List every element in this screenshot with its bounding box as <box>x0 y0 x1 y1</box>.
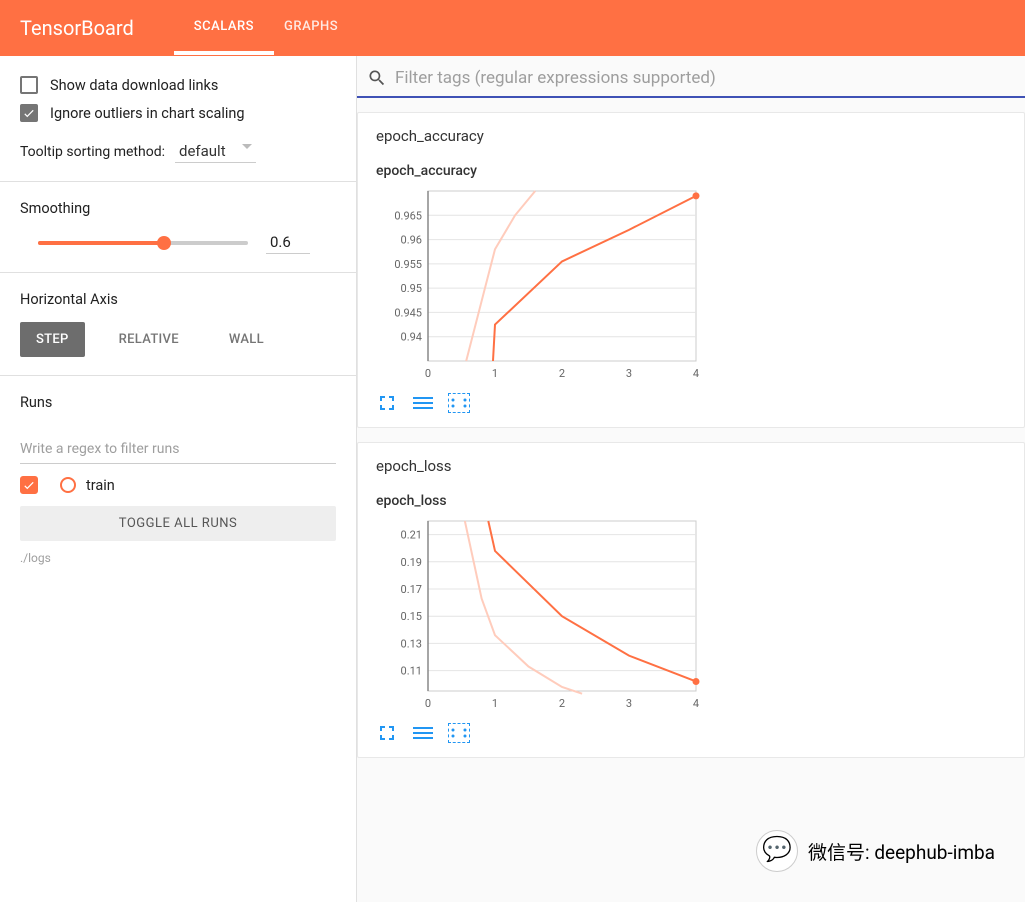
tag-filter-bar <box>357 60 1025 98</box>
axis-wall-button[interactable]: WALL <box>213 322 280 357</box>
svg-text:0.945: 0.945 <box>394 306 422 319</box>
show-download-links-checkbox[interactable] <box>20 76 38 94</box>
card-epoch-accuracy: epoch_accuracy epoch_accuracy 0.940.9450… <box>357 112 1025 428</box>
svg-text:0.965: 0.965 <box>394 209 422 222</box>
card-header-loss[interactable]: epoch_loss <box>358 443 1024 489</box>
svg-text:0.11: 0.11 <box>401 665 422 678</box>
runs-filter-input[interactable] <box>20 435 336 464</box>
ignore-outliers-label: Ignore outliers in chart scaling <box>50 105 245 122</box>
smoothing-value[interactable]: 0.6 <box>266 231 310 254</box>
runs-label: Runs <box>20 394 336 411</box>
wechat-icon: 💬 <box>756 830 798 872</box>
tooltip-sort-value: default <box>179 142 226 160</box>
axis-step-button[interactable]: STEP <box>20 322 85 357</box>
svg-text:0: 0 <box>425 367 431 380</box>
svg-text:0.95: 0.95 <box>401 282 422 295</box>
smoothing-label: Smoothing <box>20 200 336 217</box>
svg-text:0.13: 0.13 <box>401 637 422 650</box>
chart-loss[interactable]: 0.11 0.13 0.15 0.17 0.19 0.21 0 1 2 3 4 <box>376 515 1006 715</box>
tab-scalars[interactable]: SCALARS <box>194 0 254 56</box>
svg-text:4: 4 <box>693 697 699 710</box>
chart-title-loss: epoch_loss <box>376 493 1006 509</box>
svg-text:0.21: 0.21 <box>401 529 422 542</box>
show-download-links-label: Show data download links <box>50 77 218 94</box>
axis-relative-button[interactable]: RELATIVE <box>103 322 195 357</box>
card-epoch-loss: epoch_loss epoch_loss 0.110.130.150.170.… <box>357 442 1025 758</box>
toggle-all-runs-button[interactable]: TOGGLE ALL RUNS <box>20 506 336 541</box>
svg-text:0.17: 0.17 <box>401 583 422 596</box>
app-header: TensorBoard SCALARS GRAPHS <box>0 0 1025 56</box>
sidebar: Show data download links Ignore outliers… <box>0 56 357 902</box>
log-path: ./logs <box>20 551 336 565</box>
fit-domain-icon[interactable] <box>448 393 470 413</box>
tag-filter-input[interactable] <box>395 68 1015 88</box>
fullscreen-icon[interactable] <box>376 723 398 743</box>
app-logo: TensorBoard <box>20 16 134 40</box>
svg-text:0.15: 0.15 <box>401 610 422 623</box>
search-icon <box>367 68 387 88</box>
svg-text:1: 1 <box>492 367 498 380</box>
svg-text:3: 3 <box>626 367 632 380</box>
tooltip-sort-label: Tooltip sorting method: <box>20 144 165 160</box>
svg-text:2: 2 <box>559 367 565 380</box>
chart-accuracy[interactable]: 0.94 0.945 0.95 0.955 0.96 0.965 0 1 2 3 4 <box>376 185 1006 385</box>
smoothing-slider[interactable] <box>38 241 248 245</box>
svg-text:2: 2 <box>559 697 565 710</box>
log-axis-icon[interactable] <box>412 723 434 743</box>
tooltip-sort-select[interactable]: default <box>175 140 256 163</box>
fullscreen-icon[interactable] <box>376 393 398 413</box>
chart-title-accuracy: epoch_accuracy <box>376 163 1006 179</box>
svg-text:0.955: 0.955 <box>394 258 422 271</box>
watermark: 💬 微信号: deephub-imba <box>756 830 995 872</box>
svg-text:0: 0 <box>425 697 431 710</box>
run-train-checkbox[interactable] <box>20 476 38 494</box>
axis-label: Horizontal Axis <box>20 291 336 308</box>
log-axis-icon[interactable] <box>412 393 434 413</box>
chevron-down-icon <box>242 144 252 149</box>
tab-graphs[interactable]: GRAPHS <box>284 0 338 56</box>
svg-text:4: 4 <box>693 367 699 380</box>
tabs: SCALARS GRAPHS <box>194 0 338 56</box>
run-train-color-swatch <box>60 477 76 493</box>
run-train-label: train <box>86 477 115 494</box>
svg-text:0.19: 0.19 <box>401 556 422 569</box>
ignore-outliers-checkbox[interactable] <box>20 104 38 122</box>
fit-domain-icon[interactable] <box>448 723 470 743</box>
svg-text:1: 1 <box>492 697 498 710</box>
svg-text:0.94: 0.94 <box>401 331 422 344</box>
svg-text:0.96: 0.96 <box>401 234 422 247</box>
watermark-text: 微信号: deephub-imba <box>808 838 995 865</box>
svg-text:3: 3 <box>626 697 632 710</box>
card-header-accuracy[interactable]: epoch_accuracy <box>358 113 1024 159</box>
content: epoch_accuracy epoch_accuracy 0.940.9450… <box>357 56 1025 902</box>
